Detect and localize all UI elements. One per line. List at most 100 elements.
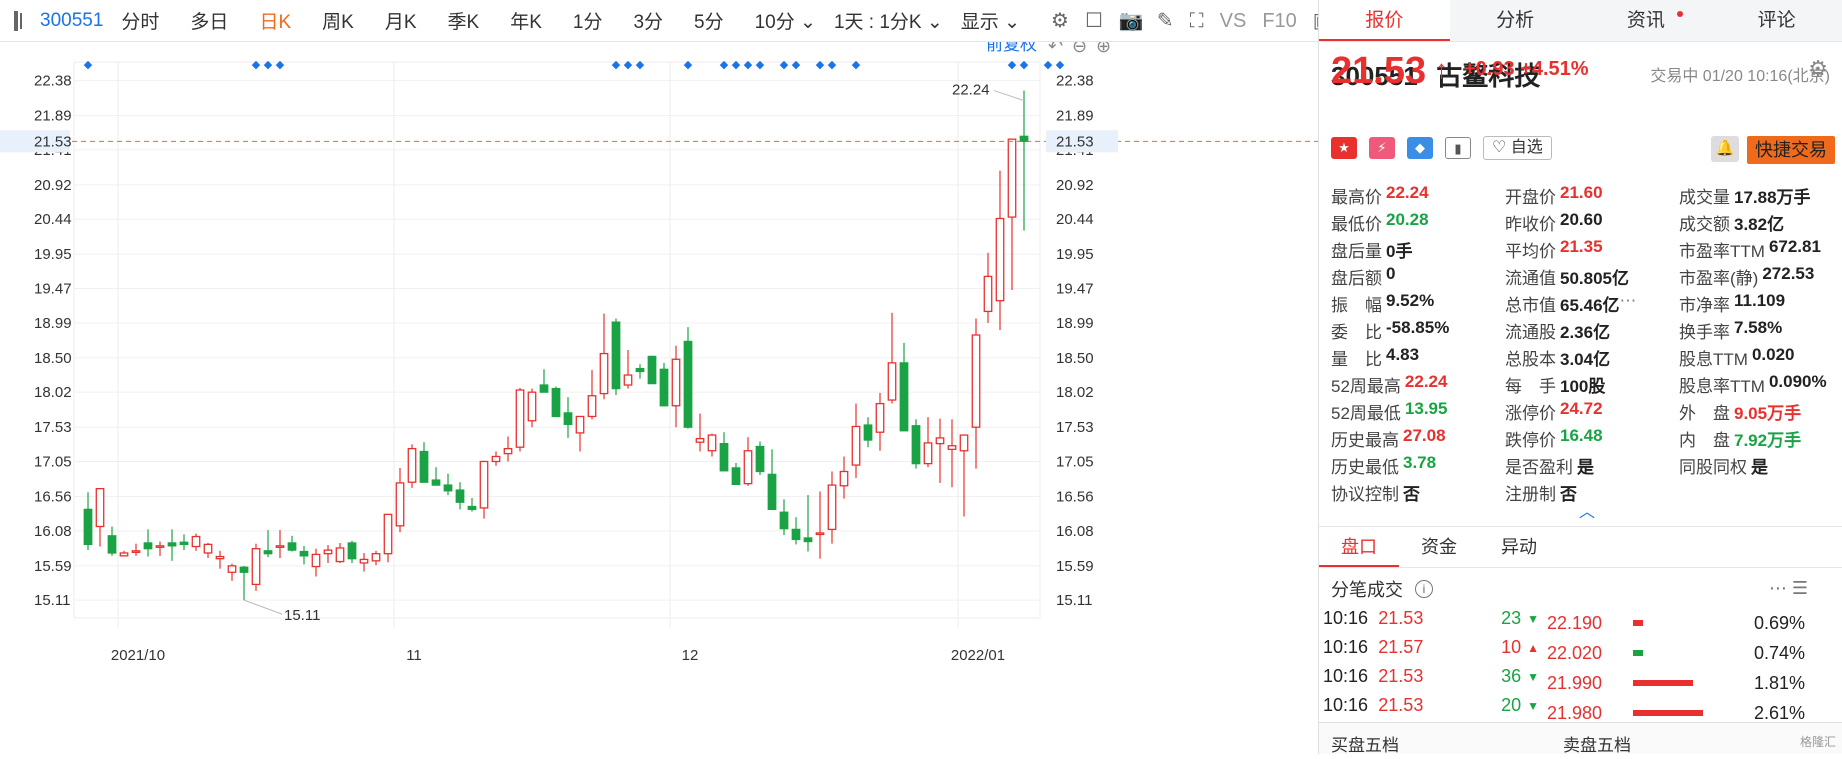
order-tab-0[interactable]: 盘口 [1319, 527, 1399, 567]
f10-button[interactable]: F10 [1262, 10, 1296, 32]
candle-body [491, 455, 501, 463]
collapse-chevron-icon[interactable]: ︿ [1579, 498, 1595, 522]
period-tab-4[interactable]: 月K [385, 7, 417, 34]
bell-icon[interactable]: 🔔 [1711, 136, 1739, 162]
period-tab-3[interactable]: 周K [322, 7, 354, 34]
china-flag-icon[interactable]: ★ [1331, 137, 1357, 159]
panel-tab-2[interactable]: 资讯 [1581, 0, 1712, 41]
candle-body [683, 340, 693, 428]
order-tab-1[interactable]: 资金 [1399, 527, 1479, 567]
candle-body [155, 545, 165, 548]
stat-value: 9.05万手 [1734, 404, 1802, 423]
candle-body [407, 447, 417, 483]
kline-chart[interactable]: 15.11 15.11 15.59 15.59 16.08 16.08 16.56 16.56… [0, 35, 1318, 754]
fullscreen-icon[interactable]: ⛶ [1190, 10, 1204, 32]
vs-button[interactable]: VS [1220, 10, 1247, 32]
stats-row: 盘后额 0 流通值 50.805亿 市盈率(静) 272.53 [1331, 263, 1842, 290]
stat-cell: 最低价 20.28 [1331, 210, 1505, 235]
period-tab-7[interactable]: 1分 [573, 7, 603, 34]
event-marker-icon: ◆ [744, 59, 753, 71]
stats-row: 52周最高 22.24 每 手 100股 股息率TTM 0.090% [1331, 371, 1842, 398]
stat-cell: 盘后量 0手 [1331, 237, 1505, 262]
y-tick-right: 18.50 [1056, 350, 1094, 367]
period-tab-1[interactable]: 多日 [190, 7, 228, 34]
pen-icon[interactable]: ✎ [1157, 10, 1174, 32]
stat-value: 27.08 [1403, 426, 1446, 445]
candle-body [839, 470, 849, 487]
more-circle-icon[interactable]: ⋯ [1620, 291, 1637, 316]
sell-five-label[interactable]: 卖盘五档 [1551, 723, 1643, 755]
up-triangle-icon: ▲ [1527, 640, 1539, 655]
candle-body [119, 552, 129, 557]
bookmark-icon[interactable]: ▮ [1445, 137, 1471, 159]
kline-svg[interactable]: 15.11 15.11 15.59 15.59 16.08 16.08 16.56 16.56… [0, 35, 1318, 754]
tick-volume: 10 [1501, 637, 1522, 657]
candle-body [527, 391, 537, 422]
period-tab-11[interactable]: 1天 : 1分K ⌄ [834, 7, 943, 34]
candle-body [455, 489, 465, 503]
square-icon[interactable]: ☐ [1085, 10, 1103, 32]
y-tick-left: 17.53 [34, 419, 72, 436]
stat-value: 50.805亿 [1560, 269, 1629, 288]
panel-tab-1[interactable]: 分析 [1450, 0, 1581, 41]
order-tab-2[interactable]: 异动 [1479, 527, 1559, 567]
candle-body [311, 553, 321, 568]
period-tab-10[interactable]: 10分 ⌄ [755, 7, 816, 34]
stat-value: 100股 [1560, 377, 1606, 396]
stat-value: 7.92万手 [1734, 431, 1802, 450]
stats-row: 最低价 20.28 昨收价 20.60 成交额 3.82亿 [1331, 209, 1842, 236]
candle-body [731, 467, 741, 486]
stats-grid: 最高价 22.24 开盘价 21.60 成交量 17.88万手 最低价 20.28 昨收价 20.… [1331, 182, 1842, 506]
stat-label: 市盈率TTM [1679, 242, 1765, 261]
period-tab-0[interactable]: 分时 [121, 7, 159, 34]
stock-code-label[interactable]: 300551 [40, 10, 103, 32]
tick-row: 10:16 21.53 20 ▼ [1319, 691, 1539, 720]
stat-cell: 市盈率(静) 272.53 [1679, 264, 1829, 289]
stat-value: 65.46亿 [1560, 296, 1620, 315]
tag-icon[interactable]: ◆ [1407, 137, 1433, 159]
lightning-icon[interactable]: ⚡ [1369, 137, 1395, 159]
info-icon[interactable]: i [1415, 580, 1433, 598]
period-tab-5[interactable]: 季K [448, 7, 480, 34]
stat-value: 是 [1751, 458, 1768, 477]
stat-label: 盘后额 [1331, 269, 1382, 288]
camera-icon[interactable]: 📷 [1119, 10, 1144, 32]
candle-body [755, 445, 765, 473]
event-marker-icon: ◆ [792, 59, 801, 71]
period-tab-8[interactable]: 3分 [633, 7, 663, 34]
stat-value: 21.60 [1560, 183, 1603, 202]
period-tab-6[interactable]: 年K [510, 7, 542, 34]
stat-value: 21.35 [1560, 237, 1603, 256]
candle-body [935, 437, 945, 445]
stat-value: 4.83 [1386, 345, 1420, 364]
more-icon[interactable]: ⋯ ☰ [1769, 578, 1808, 599]
price-change: +0.93 +4.51% [1464, 58, 1589, 80]
depth-bar-fill [1633, 710, 1703, 716]
stat-cell: 协议控制否 [1331, 480, 1505, 505]
watermark-logo: 格隆汇 [1799, 735, 1836, 749]
period-tab-9[interactable]: 5分 [694, 7, 724, 34]
stat-cell: 内 盘 7.92万手 [1679, 426, 1829, 451]
buy-five-label[interactable]: 买盘五档 [1319, 723, 1411, 755]
stat-label: 委 比 [1331, 323, 1382, 342]
stat-label: 每 手 [1505, 377, 1556, 396]
event-marker-icon: ◆ [84, 59, 93, 71]
event-marker-icon: ◆ [732, 59, 741, 71]
candle-body [707, 434, 717, 452]
tick-time: 10:16 [1323, 608, 1369, 628]
sidebar-toggle-icon[interactable] [14, 10, 22, 31]
panel-tab-0[interactable]: 报价 [1319, 0, 1450, 41]
period-tab-12[interactable]: 显示 ⌄ [961, 7, 1020, 34]
stat-label: 跌停价 [1505, 431, 1556, 450]
y-tick-left: 18.99 [34, 315, 72, 332]
candle-body [1007, 138, 1017, 218]
gear-icon[interactable]: ⚙ [1051, 10, 1069, 32]
y-tick-left: 15.11 [34, 592, 70, 609]
candle-body [959, 434, 969, 452]
panel-tab-3[interactable]: 评论 [1711, 0, 1842, 41]
quick-trade-button[interactable]: 快捷交易 [1747, 136, 1835, 164]
candle-body [107, 535, 117, 554]
candle-body [599, 352, 609, 395]
add-watchlist-button[interactable]: ♡ 自选 [1483, 136, 1552, 160]
period-tab-2[interactable]: 日K [259, 7, 291, 34]
